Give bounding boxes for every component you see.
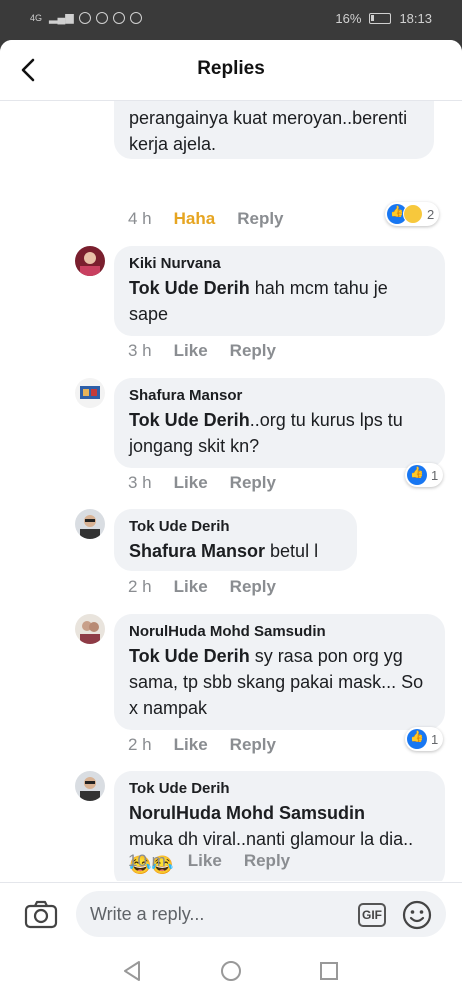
comment-bubble: perangainya kuat meroyan..berenti kerja …: [114, 101, 434, 159]
clock: 18:13: [399, 11, 432, 26]
camera-button[interactable]: [24, 899, 58, 929]
comment-time: 3 h: [128, 341, 152, 360]
gif-button[interactable]: GIF: [358, 903, 386, 927]
battery-icon: [369, 13, 392, 24]
reply-composer: GIF: [0, 882, 462, 943]
comment-time: 3 h: [128, 473, 152, 492]
reaction-button[interactable]: Haha: [174, 209, 216, 229]
comment-time: 4 h: [128, 209, 152, 228]
nav-home-button[interactable]: [219, 959, 243, 983]
comment-bubble: NorulHuda Mohd Samsudin Tok Ude Derih sy…: [114, 614, 445, 730]
reaction-count: 1: [431, 467, 439, 483]
whatsapp-icon: [112, 11, 125, 24]
comment-actions: 3 h Like Reply: [128, 341, 298, 361]
avatar[interactable]: [75, 509, 105, 539]
battery-percent: 16%: [335, 11, 362, 26]
square-recents-icon: [320, 962, 338, 980]
sync-icon: [95, 11, 108, 24]
status-bar: 4G ▂▄▆ 16% 18:13: [0, 0, 462, 40]
reply-button[interactable]: Reply: [244, 851, 290, 871]
comment-bubble: Kiki Nurvana Tok Ude Derih hah mcm tahu …: [114, 246, 445, 336]
reply-button[interactable]: Reply: [230, 577, 276, 597]
like-reaction-icon: [407, 729, 427, 749]
mention-link[interactable]: NorulHuda Mohd Samsudin: [129, 800, 429, 826]
reaction-count: 2: [427, 206, 435, 222]
comment-author[interactable]: NorulHuda Mohd Samsudin: [129, 623, 430, 640]
reply-button[interactable]: Reply: [230, 341, 276, 361]
comment-actions: 4 h Haha Reply: [128, 209, 306, 229]
reply-button[interactable]: Reply: [230, 473, 276, 493]
like-reaction-icon: [407, 465, 427, 485]
reply-thread: perangainya kuat meroyan..berenti kerja …: [0, 101, 462, 881]
mention-link[interactable]: Tok Ude Derih: [129, 410, 250, 430]
mention-link[interactable]: Tok Ude Derih: [129, 278, 250, 298]
emoji-button[interactable]: [402, 900, 432, 930]
reaction-summary[interactable]: 2: [385, 202, 440, 226]
play-icon: [129, 11, 142, 24]
avatar[interactable]: [75, 378, 105, 408]
header: Replies: [0, 40, 462, 101]
reaction-summary[interactable]: 1: [405, 727, 444, 751]
comment-author[interactable]: Kiki Nurvana: [129, 255, 430, 272]
avatar[interactable]: [75, 771, 105, 801]
avatar[interactable]: [75, 246, 105, 276]
avatar[interactable]: [75, 614, 105, 644]
reply-button[interactable]: Reply: [230, 735, 276, 755]
comment-author[interactable]: Tok Ude Derih: [129, 518, 342, 535]
smiley-icon: [402, 900, 432, 930]
circle-home-icon: [221, 961, 241, 981]
network-indicator: 4G: [30, 12, 43, 23]
comment-text: betul l: [265, 541, 319, 561]
comment-bubble: Shafura Mansor Tok Ude Derih..org tu kur…: [114, 378, 445, 468]
reply-input[interactable]: [76, 891, 446, 937]
signal-icon: ▂▄▆: [49, 12, 74, 24]
comment-actions: 3 h Like Reply: [128, 473, 298, 493]
like-button[interactable]: Like: [174, 577, 208, 597]
reply-button[interactable]: Reply: [237, 209, 283, 229]
like-button[interactable]: Like: [174, 473, 208, 493]
reaction-count: 1: [431, 731, 439, 747]
like-button[interactable]: Like: [174, 735, 208, 755]
comment-author[interactable]: Shafura Mansor: [129, 387, 430, 404]
replies-sheet: Replies perangainya kuat meroyan..berent…: [0, 40, 462, 1000]
like-button[interactable]: Like: [174, 341, 208, 361]
system-nav-bar: [0, 943, 462, 1000]
triangle-back-icon: [124, 961, 140, 981]
alarm-icon: [78, 11, 91, 24]
mention-link[interactable]: Tok Ude Derih: [129, 646, 250, 666]
comment-bubble: Tok Ude Derih Shafura Mansor betul l: [114, 509, 357, 571]
comment-time: 2 h: [128, 735, 152, 754]
haha-reaction-icon: [403, 204, 423, 224]
nav-back-button[interactable]: [120, 959, 144, 983]
camera-icon: [24, 900, 58, 929]
comment-time: 2 h: [128, 577, 152, 596]
comment-text: perangainya kuat meroyan..berenti kerja …: [129, 108, 408, 154]
reaction-summary[interactable]: 1: [405, 463, 444, 487]
like-button[interactable]: Like: [188, 851, 222, 871]
mention-link[interactable]: Shafura Mansor: [129, 541, 265, 561]
comment-actions: 2 h Like Reply: [128, 577, 298, 597]
comment-actions: 10 m Like Reply: [128, 851, 312, 871]
comment-author[interactable]: Tok Ude Derih: [129, 780, 430, 797]
comment-time: 10 m: [128, 851, 166, 870]
comment-actions: 2 h Like Reply: [128, 735, 298, 755]
page-title: Replies: [197, 58, 265, 79]
nav-recents-button[interactable]: [317, 959, 341, 983]
